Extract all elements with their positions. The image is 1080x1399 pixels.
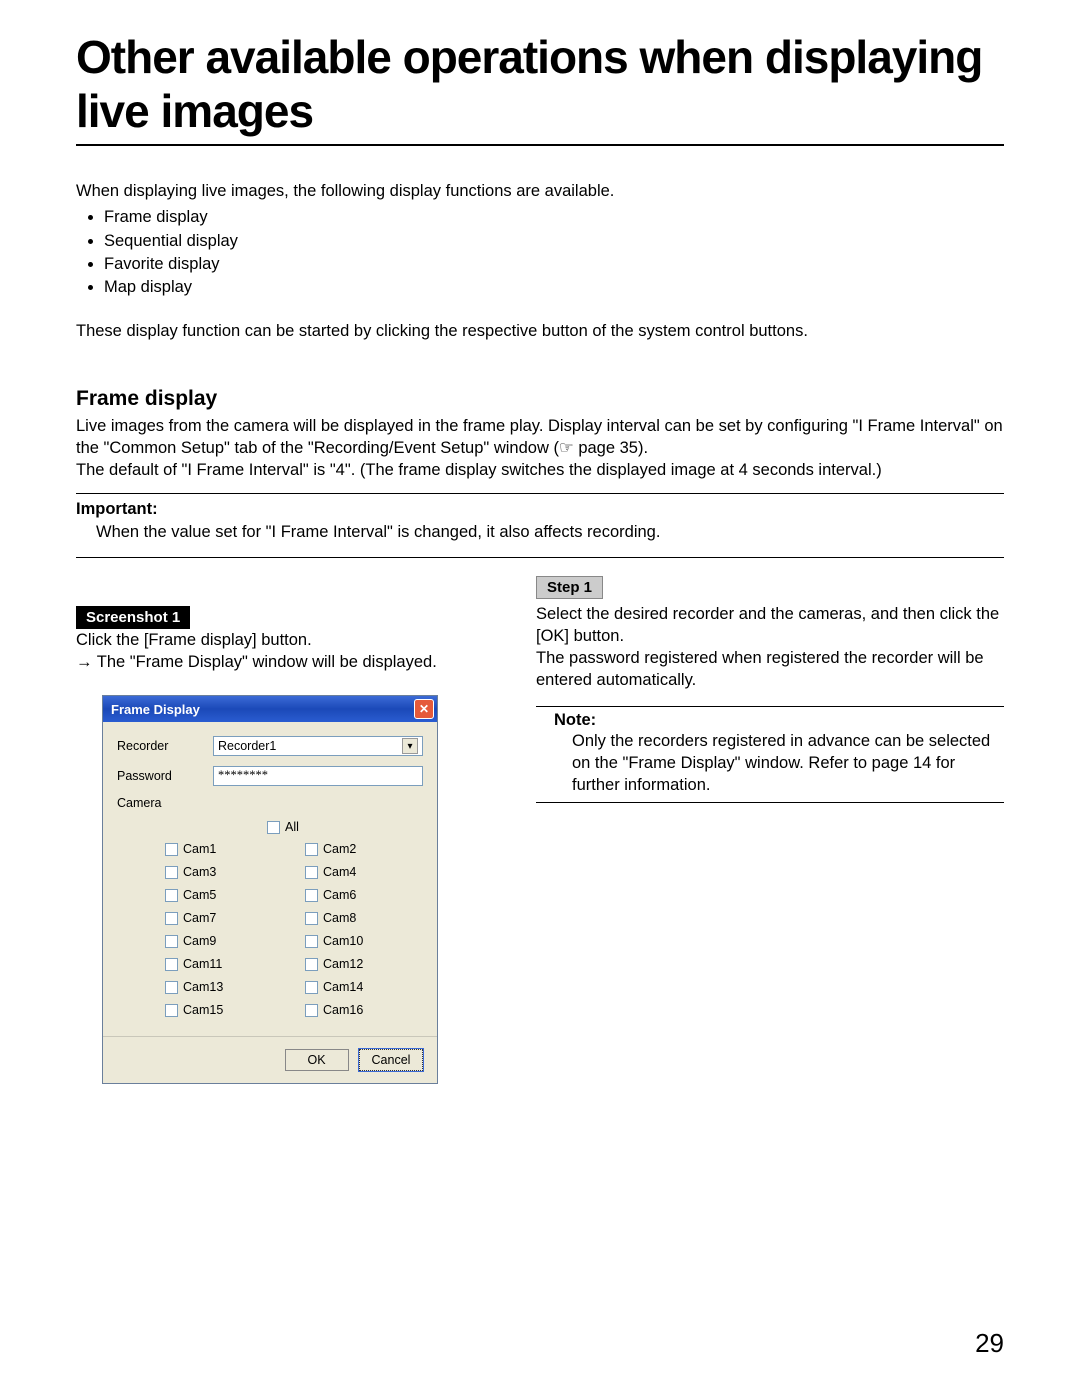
cam-label: Cam2	[323, 842, 356, 856]
screenshot-badge: Screenshot 1	[76, 606, 190, 629]
checkbox-cam[interactable]	[305, 981, 318, 994]
camera-label: Camera	[117, 796, 213, 810]
checkbox-cam[interactable]	[165, 935, 178, 948]
recorder-label: Recorder	[117, 739, 213, 753]
cam-label: Cam4	[323, 865, 356, 879]
checkbox-cam[interactable]	[165, 1004, 178, 1017]
dialog-titlebar[interactable]: Frame Display ✕	[103, 696, 437, 722]
cam-label: Cam1	[183, 842, 216, 856]
cam-label: Cam6	[323, 888, 356, 902]
cam-label: Cam15	[183, 1003, 223, 1017]
cam-label: Cam10	[323, 934, 363, 948]
cam-label: Cam11	[183, 957, 222, 971]
list-item: Sequential display	[104, 230, 1004, 252]
important-label: Important:	[76, 498, 172, 521]
checkbox-cam[interactable]	[305, 889, 318, 902]
recorder-value: Recorder1	[218, 739, 276, 753]
note-text: Only the recorders registered in advance…	[572, 730, 1004, 797]
camera-column-left: Cam1 Cam3 Cam5 Cam7 Cam9 Cam11 Cam13 Cam…	[117, 842, 283, 1026]
checkbox-cam[interactable]	[165, 866, 178, 879]
list-item: Map display	[104, 276, 1004, 298]
intro-list: Frame display Sequential display Favorit…	[76, 206, 1004, 298]
cam-label: Cam9	[183, 934, 216, 948]
page-number: 29	[975, 1328, 1004, 1359]
section-p1: Live images from the camera will be disp…	[76, 415, 1004, 460]
checkbox-cam[interactable]	[165, 958, 178, 971]
cam-label: Cam14	[323, 980, 363, 994]
list-item: Favorite display	[104, 253, 1004, 275]
checkbox-cam[interactable]	[305, 866, 318, 879]
screenshot-caption-2: → The "Frame Display" window will be dis…	[76, 651, 496, 673]
step-badge: Step 1	[536, 576, 603, 599]
checkbox-cam[interactable]	[305, 1004, 318, 1017]
dialog-title: Frame Display	[111, 702, 200, 717]
password-label: Password	[117, 769, 213, 783]
step-text: Select the desired recorder and the came…	[536, 603, 1004, 692]
divider	[536, 706, 1004, 707]
checkbox-cam[interactable]	[165, 889, 178, 902]
checkbox-all[interactable]	[267, 821, 280, 834]
cam-label: Cam13	[183, 980, 223, 994]
intro-lead: When displaying live images, the followi…	[76, 180, 1004, 202]
cam-label: Cam7	[183, 911, 216, 925]
divider	[76, 557, 1004, 558]
cam-label: Cam5	[183, 888, 216, 902]
important-text: When the value set for "I Frame Interval…	[76, 521, 1004, 544]
page-title: Other available operations when displayi…	[76, 30, 1004, 146]
cam-label: Cam12	[323, 957, 363, 971]
recorder-select[interactable]: Recorder1 ▾	[213, 736, 423, 756]
screenshot-caption-1: Click the [Frame display] button.	[76, 629, 496, 651]
divider	[76, 493, 1004, 494]
divider	[536, 802, 1004, 803]
password-input[interactable]: ********	[213, 766, 423, 786]
all-label: All	[285, 820, 299, 834]
checkbox-cam[interactable]	[305, 843, 318, 856]
checkbox-cam[interactable]	[165, 981, 178, 994]
cancel-button[interactable]: Cancel	[359, 1049, 423, 1071]
checkbox-cam[interactable]	[165, 912, 178, 925]
checkbox-cam[interactable]	[305, 935, 318, 948]
section-p2: The default of "I Frame Interval" is "4"…	[76, 459, 1004, 481]
camera-column-right: Cam2 Cam4 Cam6 Cam8 Cam10 Cam12 Cam14 Ca…	[283, 842, 423, 1026]
cam-label: Cam16	[323, 1003, 363, 1017]
frame-display-dialog: Frame Display ✕ Recorder Recorder1 ▾ Pas…	[102, 695, 438, 1084]
note-label: Note:	[554, 711, 1004, 730]
close-icon[interactable]: ✕	[414, 699, 434, 719]
checkbox-cam[interactable]	[305, 912, 318, 925]
section-heading: Frame display	[76, 387, 1004, 411]
list-item: Frame display	[104, 206, 1004, 228]
cam-label: Cam8	[323, 911, 356, 925]
ok-button[interactable]: OK	[285, 1049, 349, 1071]
cam-label: Cam3	[183, 865, 216, 879]
intro-footer: These display function can be started by…	[76, 320, 1004, 342]
chevron-down-icon[interactable]: ▾	[402, 738, 418, 754]
checkbox-cam[interactable]	[305, 958, 318, 971]
checkbox-cam[interactable]	[165, 843, 178, 856]
